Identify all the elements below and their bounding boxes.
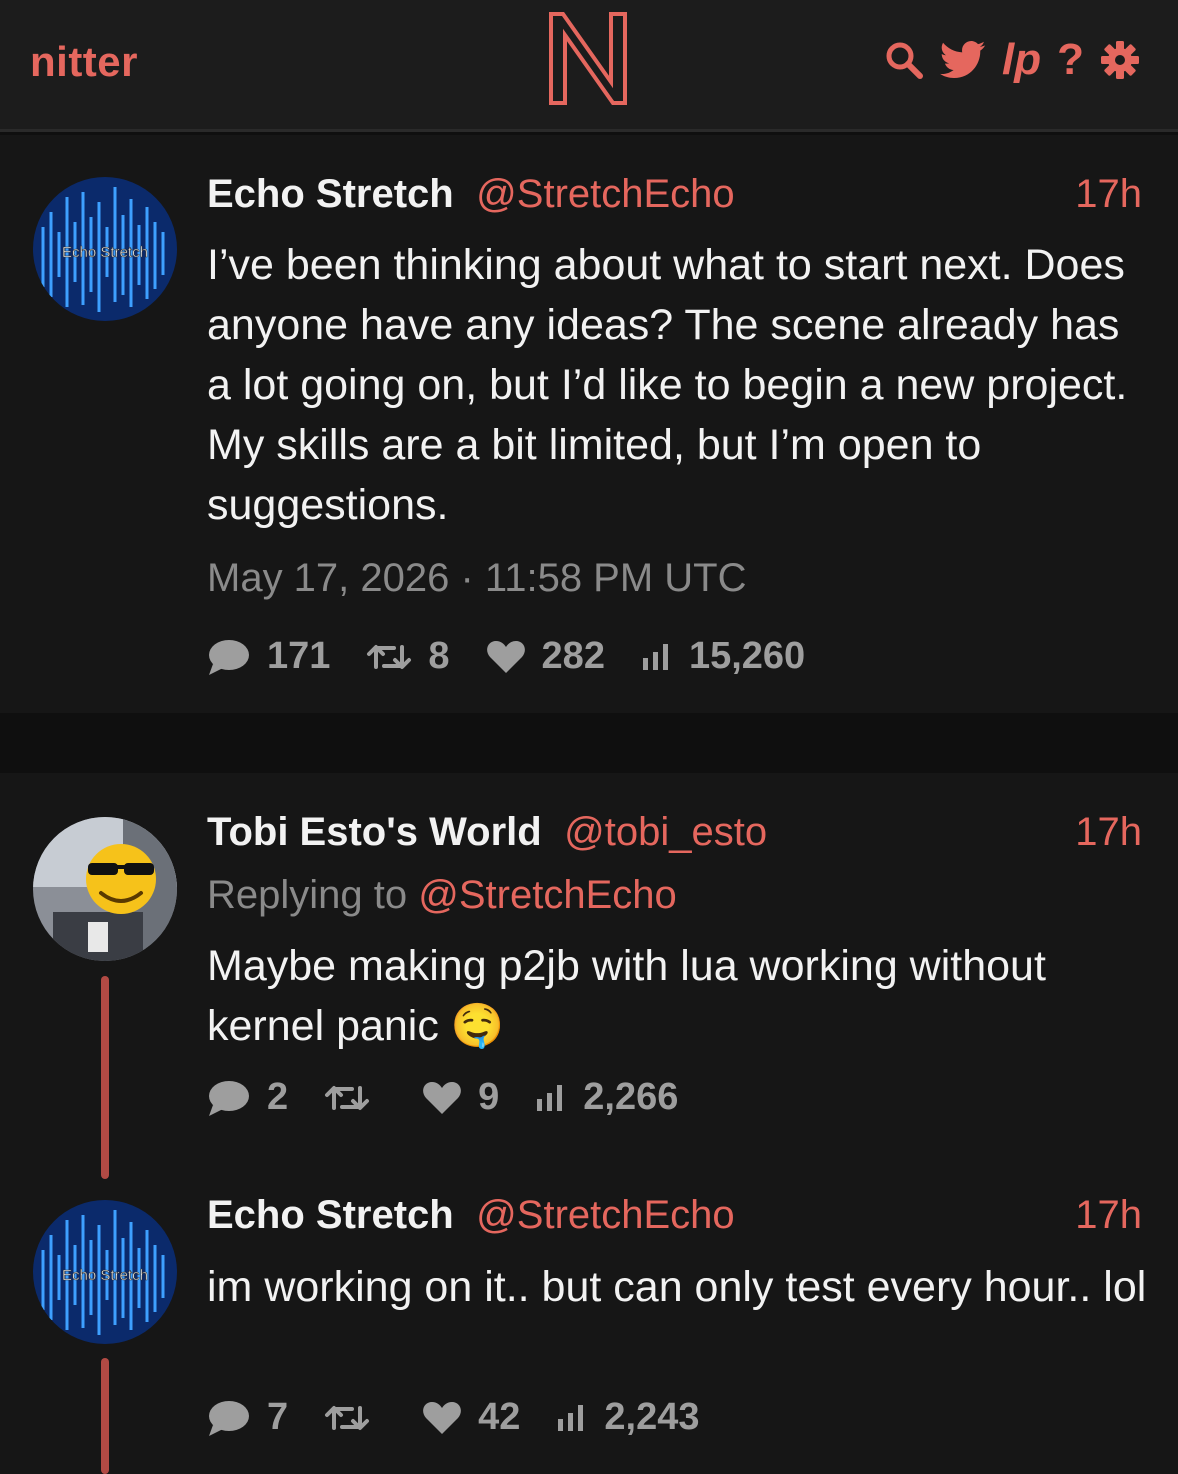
like-stat[interactable]: 282 (486, 635, 605, 678)
reply-thread: Tobi Esto's World @tobi_esto 17h Replyin… (0, 773, 1178, 1474)
tweet-content: Maybe making p2jb with lua working witho… (207, 936, 1147, 1056)
views-stat: 15,260 (641, 635, 805, 678)
avatar-text: Echo Stretch (62, 1267, 148, 1284)
reply-stat[interactable]: 2 (207, 1076, 288, 1119)
heart-icon (486, 639, 526, 675)
views-count: 2,266 (583, 1076, 679, 1118)
tweet-stats: 2 9 2,266 (207, 1076, 714, 1119)
nav-icons: lp ? (884, 38, 1140, 82)
navbar: nitter lp ? (0, 0, 1178, 132)
tweet-header: Tobi Esto's World @tobi_esto 17h (207, 810, 1142, 858)
tweet-time-link[interactable]: 17h (1075, 810, 1142, 855)
thread-line (101, 1358, 109, 1474)
lp-icon[interactable]: lp (1002, 38, 1041, 82)
comment-icon (207, 638, 251, 676)
search-icon[interactable] (884, 40, 924, 80)
like-count: 9 (478, 1076, 500, 1118)
views-count: 2,243 (604, 1396, 700, 1438)
retweet-count: 8 (428, 635, 450, 677)
tweet-stats: 171 8 282 15,260 (207, 635, 841, 678)
comment-icon (207, 1079, 251, 1117)
retweet-stat[interactable]: 8 (366, 635, 450, 678)
main-tweet: Echo Stretch Echo Stretch @StretchEcho 1… (0, 135, 1178, 713)
tweet-time-link[interactable]: 17h (1075, 172, 1142, 217)
retweet-stat[interactable] (324, 1403, 386, 1433)
help-icon[interactable]: ? (1057, 38, 1084, 82)
retweet-icon (366, 642, 412, 672)
like-stat[interactable]: 9 (422, 1076, 499, 1119)
settings-gear-icon[interactable] (1100, 40, 1140, 80)
views-bar-chart-icon (556, 1403, 588, 1433)
views-stat: 2,266 (535, 1076, 678, 1119)
views-count: 15,260 (688, 635, 806, 677)
tweet-header: Echo Stretch @StretchEcho 17h (207, 172, 1142, 220)
avatar[interactable]: Echo Stretch (33, 1200, 177, 1344)
tweet-content: I’ve been thinking about what to start n… (207, 241, 1128, 529)
like-count: 42 (478, 1396, 521, 1438)
username-link[interactable]: @StretchEcho (476, 1193, 735, 1237)
views-bar-chart-icon (535, 1083, 567, 1113)
tweet-stats: 7 42 2,243 (207, 1396, 736, 1439)
reply-stat[interactable]: 7 (207, 1396, 288, 1439)
avatar-text: Echo Stretch (62, 244, 148, 261)
retweet-icon (324, 1083, 370, 1113)
reply-count: 2 (267, 1076, 289, 1118)
tweet-time-link[interactable]: 17h (1075, 1193, 1142, 1238)
retweet-icon (324, 1403, 370, 1433)
replying-prefix: Replying to (207, 873, 408, 917)
replying-to-mention-link[interactable]: @StretchEcho (418, 873, 677, 917)
section-gap (0, 713, 1178, 773)
brand-link[interactable]: nitter (30, 38, 138, 86)
avatar[interactable] (33, 817, 177, 961)
fullname-link[interactable]: Tobi Esto's World (207, 810, 542, 854)
avatar[interactable]: Echo Stretch (33, 177, 177, 321)
tweet-text: Maybe making p2jb with lua working witho… (207, 942, 1046, 1050)
reply-stat[interactable]: 171 (207, 635, 330, 678)
tweet-content: im working on it.. but can only test eve… (207, 1263, 1147, 1311)
comment-icon (207, 1399, 251, 1437)
reply-count: 171 (267, 635, 331, 677)
tweet-published-date[interactable]: May 17, 2026 · 11:58 PM UTC (207, 556, 747, 601)
thread-line (101, 976, 109, 1179)
tweet-header: Echo Stretch @StretchEcho 17h (207, 1193, 1142, 1241)
nitter-logo-icon (549, 12, 627, 105)
reply-count: 7 (267, 1396, 289, 1438)
like-stat[interactable]: 42 (422, 1396, 520, 1439)
views-stat: 2,243 (556, 1396, 700, 1439)
fullname-link[interactable]: Echo Stretch (207, 1193, 454, 1237)
username-link[interactable]: @StretchEcho (476, 172, 735, 216)
twitter-bird-icon[interactable] (940, 40, 986, 80)
drooling-face-emoji: 🤤 (450, 1002, 505, 1050)
like-count: 282 (541, 635, 605, 677)
replying-to: Replying to @StretchEcho (207, 873, 677, 918)
views-bar-chart-icon (641, 642, 673, 672)
heart-icon (422, 1080, 462, 1116)
nitter-logo[interactable] (547, 10, 629, 111)
heart-icon (422, 1400, 462, 1436)
username-link[interactable]: @tobi_esto (564, 810, 767, 854)
fullname-link[interactable]: Echo Stretch (207, 172, 454, 216)
retweet-stat[interactable] (324, 1083, 386, 1113)
